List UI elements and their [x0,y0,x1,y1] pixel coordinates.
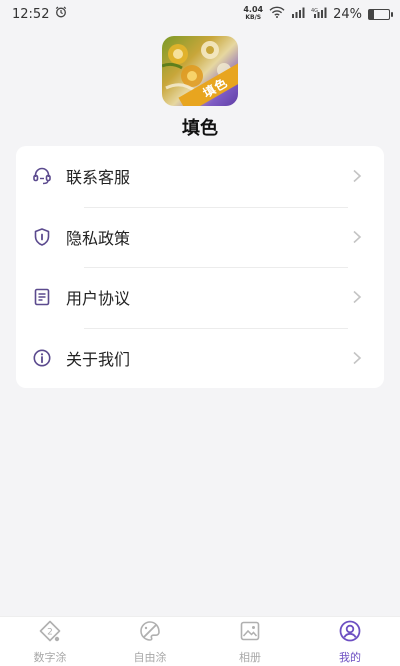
battery-icon [368,8,393,20]
settings-menu: 联系客服 隐私政策 用户协议 关于我们 [16,146,384,388]
tab-label: 相册 [239,650,261,664]
app-header: 填色 填色 [0,36,400,140]
tab-number-paint[interactable]: 2 数字涂 [0,617,100,666]
wifi-icon [269,6,285,22]
svg-text:2: 2 [47,627,53,637]
battery-percent: 24% [333,6,362,22]
svg-text:4G: 4G [311,8,318,14]
chevron-right-icon [353,351,362,364]
menu-item-about-us[interactable]: 关于我们 [16,327,384,389]
tab-label: 数字涂 [33,650,67,664]
tab-label: 自由涂 [133,650,167,664]
menu-item-user-agreement[interactable]: 用户协议 [16,267,384,328]
alarm-icon [55,6,67,22]
headset-icon [32,166,52,186]
network-speed: 4.04 KB/S [243,5,264,22]
shield-icon [32,227,52,247]
menu-label: 用户协议 [66,289,131,309]
document-icon [32,287,52,307]
app-name: 填色 [182,118,218,139]
tab-profile[interactable]: 我的 [300,617,400,666]
status-time: 12:52 [12,6,50,22]
tab-label: 我的 [339,650,361,664]
number-paint-icon: 2 [38,619,62,647]
signal-4g-icon: 4G [311,7,327,22]
menu-item-contact-support[interactable]: 联系客服 [16,146,384,207]
menu-label: 联系客服 [66,168,131,188]
tab-album[interactable]: 相册 [200,617,300,666]
menu-label: 隐私政策 [66,228,131,248]
profile-icon [338,619,362,647]
chevron-right-icon [353,230,362,243]
tab-free-paint[interactable]: 自由涂 [100,617,200,666]
info-icon [32,348,52,368]
menu-item-privacy-policy[interactable]: 隐私政策 [16,206,384,268]
chevron-right-icon [353,291,362,304]
album-icon [238,619,262,647]
signal-icon [291,7,305,22]
status-bar: 12:52 4.04 KB/S 4G 24% [0,0,400,28]
bottom-tab-bar: 2 数字涂 自由涂 相册 我的 [0,616,400,666]
palette-icon [138,619,162,647]
app-logo: 填色 [162,36,238,106]
menu-label: 关于我们 [66,349,131,369]
chevron-right-icon [353,170,362,183]
